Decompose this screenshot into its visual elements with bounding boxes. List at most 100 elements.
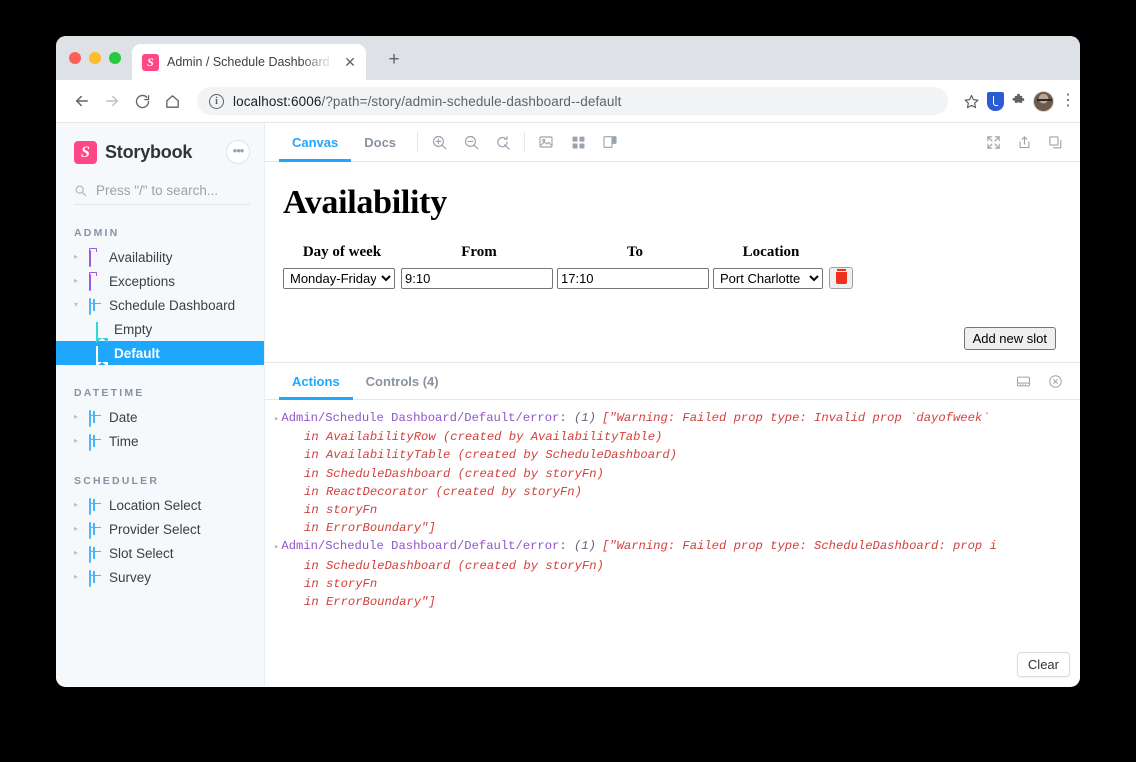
- zoom-out-icon[interactable]: [458, 129, 484, 155]
- actions-log: ▸ Admin/Schedule Dashboard/Default/error:…: [265, 400, 1080, 686]
- dock-bottom-icon[interactable]: [1010, 368, 1036, 394]
- log-stack-line: in ErrorBoundary"]: [304, 521, 436, 536]
- canvas-toolbar: Canvas Docs: [265, 123, 1080, 162]
- chevron-right-icon[interactable]: ▸: [74, 437, 82, 445]
- close-circle-icon[interactable]: [1042, 368, 1068, 394]
- sidebar-item-date[interactable]: ▸ Date: [56, 405, 264, 429]
- component-icon: [89, 569, 102, 587]
- minimize-window-button[interactable]: [89, 52, 101, 64]
- component-icon: [89, 521, 102, 539]
- tab-canvas[interactable]: Canvas: [279, 123, 352, 162]
- log-entry-message: ["Warning: Failed prop type: ScheduleDas…: [601, 539, 997, 554]
- zoom-reset-icon[interactable]: [490, 129, 516, 155]
- chevron-right-icon[interactable]: ▸: [274, 414, 279, 424]
- sidebar-item-provider-select[interactable]: ▸ Provider Select: [56, 517, 264, 541]
- kebab-menu-icon[interactable]: ⋮: [1060, 93, 1076, 109]
- sidebar-item-empty[interactable]: Empty: [56, 317, 264, 341]
- page-title: Availability: [283, 184, 447, 221]
- log-entry[interactable]: ▸ Admin/Schedule Dashboard/Default/error:…: [274, 409, 1080, 537]
- avatar[interactable]: [1033, 90, 1054, 112]
- delete-slot-button[interactable]: [829, 267, 853, 289]
- chevron-right-icon[interactable]: ▸: [74, 573, 82, 581]
- browser-tab-title: Admin / Schedule Dashboard -: [167, 55, 334, 69]
- day-of-week-select[interactable]: Monday-Friday: [283, 267, 395, 289]
- log-entry-message: ["Warning: Failed prop type: Invalid pro…: [601, 411, 990, 425]
- cell-day-of-week: Monday-Friday: [283, 267, 401, 289]
- chevron-right-icon[interactable]: ▸: [274, 542, 279, 552]
- tab-actions[interactable]: Actions: [279, 363, 353, 400]
- maximize-window-button[interactable]: [109, 52, 121, 64]
- folder-icon: [89, 249, 102, 267]
- back-arrow-icon[interactable]: [68, 87, 96, 115]
- column-header-location: Location: [742, 244, 800, 260]
- sidebar-item-exceptions[interactable]: ▸ Exceptions: [56, 269, 264, 293]
- clear-button[interactable]: Clear: [1016, 652, 1070, 677]
- log-entry-name: Admin/Schedule Dashboard/Default/error: [281, 539, 560, 554]
- chevron-right-icon[interactable]: ▸: [74, 253, 82, 261]
- close-icon[interactable]: ✕: [342, 54, 358, 70]
- fullscreen-icon[interactable]: [980, 129, 1006, 155]
- home-icon[interactable]: [158, 87, 186, 115]
- add-slot-row: Add new slot: [963, 327, 1056, 350]
- from-time-input[interactable]: [401, 267, 553, 289]
- column-header-day-of-week: Day of week: [302, 244, 382, 260]
- browser-tab[interactable]: S Admin / Schedule Dashboard - ✕: [132, 44, 366, 80]
- copy-icon[interactable]: [1042, 129, 1068, 155]
- close-window-button[interactable]: [69, 52, 81, 64]
- sidebar-item-survey[interactable]: ▸ Survey: [56, 565, 264, 589]
- sidebar-item-availability[interactable]: ▸ Availability: [56, 245, 264, 269]
- chevron-right-icon[interactable]: ▸: [74, 277, 82, 285]
- site-info-icon[interactable]: i: [209, 93, 224, 109]
- viewport-icon[interactable]: [597, 129, 623, 155]
- location-select[interactable]: Port Charlotte: [713, 267, 823, 289]
- chevron-right-icon[interactable]: ▸: [74, 549, 82, 557]
- address-bar[interactable]: i localhost:6006/?path=/story/admin-sche…: [197, 87, 948, 115]
- chevron-right-icon[interactable]: ▸: [74, 525, 82, 533]
- star-icon[interactable]: [957, 87, 985, 115]
- sidebar-item-schedule-dashboard[interactable]: ▾ Schedule Dashboard: [56, 293, 264, 317]
- plus-icon[interactable]: +: [381, 47, 407, 73]
- zoom-controls: [426, 123, 516, 161]
- component-icon: [89, 409, 102, 427]
- extension-icons: ⋮: [987, 90, 1076, 112]
- component-icon: [89, 497, 102, 515]
- sidebar-item-location-select[interactable]: ▸ Location Select: [56, 493, 264, 517]
- sidebar-header: S Storybook •••: [56, 137, 264, 167]
- sidebar-menu-button[interactable]: •••: [226, 140, 250, 164]
- addons-tabbar: Actions Controls (4): [265, 363, 1080, 400]
- sidebar-item-time[interactable]: ▸ Time: [56, 429, 264, 453]
- sidebar-item-label: Time: [109, 433, 139, 449]
- forward-arrow-icon: [98, 87, 126, 115]
- grid-icon[interactable]: [565, 129, 591, 155]
- log-entry[interactable]: ▸ Admin/Schedule Dashboard/Default/error:…: [274, 537, 1080, 611]
- sidebar-item-slot-select[interactable]: ▸ Slot Select: [56, 541, 264, 565]
- sidebar-item-default[interactable]: Default: [56, 341, 264, 365]
- sidebar-item-label: Schedule Dashboard: [109, 297, 236, 313]
- log-entry-header[interactable]: ▸ Admin/Schedule Dashboard/Default/error:: [274, 539, 574, 553]
- shield-extension-icon[interactable]: [987, 91, 1004, 111]
- zoom-in-icon[interactable]: [426, 129, 452, 155]
- cell-to: [557, 267, 713, 289]
- table-header-row: Day of week From To Location: [283, 244, 859, 267]
- cell-delete: [829, 267, 859, 289]
- background-image-icon[interactable]: [533, 129, 559, 155]
- reload-icon[interactable]: [128, 87, 156, 115]
- log-stack-line: in ReactDecorator (created by storyFn): [304, 484, 582, 499]
- chevron-down-icon[interactable]: ▾: [74, 301, 82, 309]
- log-entry-count: (1): [573, 539, 596, 554]
- log-entry-header[interactable]: ▸ Admin/Schedule Dashboard/Default/error:: [274, 411, 574, 425]
- log-stack-line: in storyFn: [304, 503, 378, 518]
- toolbar-divider: [524, 132, 526, 152]
- puzzle-icon[interactable]: [1010, 93, 1027, 110]
- share-icon[interactable]: [1011, 129, 1037, 155]
- search-input[interactable]: Press "/" to search...: [74, 183, 250, 205]
- sidebar-item-label: Location Select: [109, 497, 202, 513]
- sidebar-item-label: Default: [114, 345, 160, 361]
- sidebar-item-label: Provider Select: [109, 521, 201, 537]
- tab-docs[interactable]: Docs: [351, 123, 409, 161]
- chevron-right-icon[interactable]: ▸: [74, 413, 82, 421]
- to-time-input[interactable]: [557, 267, 709, 289]
- add-new-slot-button[interactable]: Add new slot: [963, 327, 1056, 350]
- tab-controls[interactable]: Controls (4): [353, 363, 452, 399]
- chevron-right-icon[interactable]: ▸: [74, 501, 82, 509]
